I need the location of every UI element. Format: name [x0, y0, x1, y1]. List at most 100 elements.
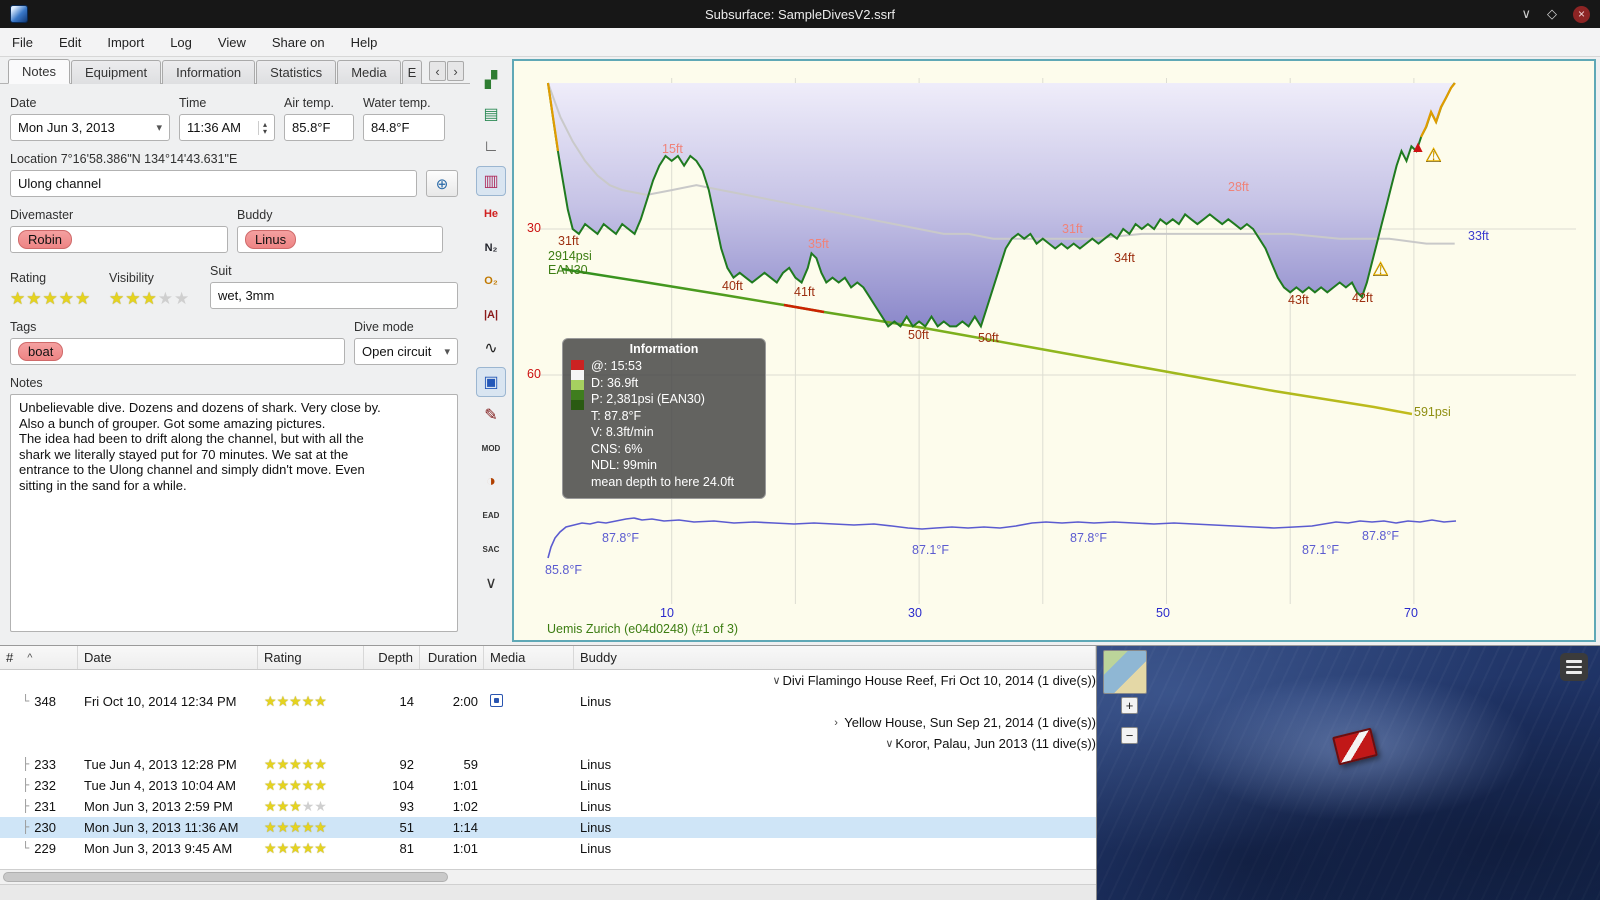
map-zoom-out-button[interactable]: − [1121, 727, 1138, 744]
grid-toggle-icon: ▤ [483, 105, 499, 123]
ead-icon-button[interactable]: EAD [476, 501, 506, 531]
chart-label: 31ft [1062, 222, 1083, 236]
warning-icon: ⚠ [1425, 145, 1443, 166]
tab-notes[interactable]: Notes [8, 59, 70, 84]
menu-view[interactable]: View [218, 35, 246, 50]
sac-icon-button[interactable]: SAC [476, 534, 506, 564]
buddy-label: Buddy [237, 208, 273, 222]
star-rating: ★★★★★ [264, 777, 327, 793]
column-header-duration[interactable]: Duration [420, 646, 484, 669]
map-globe-button[interactable]: ⊕ [426, 170, 458, 197]
grid-toggle-icon-button[interactable]: ▤ [476, 99, 506, 129]
menu-file[interactable]: File [12, 35, 33, 50]
photos-icon-button[interactable]: ▣ [476, 366, 506, 397]
dive-media [484, 693, 574, 710]
dive-row[interactable]: └ 348 Fri Oct 10, 2014 12:34 PM ★★★★★ 14 2:00… [0, 691, 1096, 712]
media-icon[interactable] [490, 693, 503, 707]
dive-flag-marker[interactable] [1332, 727, 1378, 766]
suit-input[interactable]: wet, 3mm [210, 282, 458, 309]
column-header-media[interactable]: Media [484, 646, 574, 669]
maximize-window-icon[interactable]: ◇ [1547, 6, 1557, 22]
close-window-icon[interactable]: × [1573, 5, 1590, 23]
menu-log[interactable]: Log [170, 35, 192, 50]
buddy-input[interactable]: Linus [237, 226, 443, 253]
tab-e[interactable]: E [401, 60, 422, 84]
location-input[interactable]: Ulong channel [10, 170, 417, 197]
heart-rate-icon-button[interactable]: ∿ [476, 333, 506, 363]
column-header-buddy[interactable]: Buddy [574, 646, 1096, 669]
dive-row[interactable]: └ 229 Mon Jun 3, 2013 9:45 AM ★★★★★ 81 1:01 Li… [0, 838, 1096, 859]
tab-equipment[interactable]: Equipment [70, 60, 162, 84]
divemaster-label: Divemaster [10, 208, 74, 222]
date-select[interactable]: Mon Jun 3, 2013 ▾ [10, 114, 170, 141]
divemaster-input[interactable]: Robin [10, 226, 228, 253]
menu-share-on[interactable]: Share on [272, 35, 325, 50]
dive-row[interactable]: ├ 233 Tue Jun 4, 2013 12:28 PM ★★★★★ 92 59 Lin… [0, 754, 1096, 775]
chart-label: 591psi [1414, 405, 1451, 419]
water-temp-input[interactable]: 84.8°F [363, 114, 445, 141]
tab-scroll-right-icon[interactable]: › [447, 61, 464, 81]
tab-statistics[interactable]: Statistics [256, 60, 337, 84]
shade-window-icon[interactable]: ∨ [1521, 6, 1531, 22]
trip-label: Yellow House, Sun Sep 21, 2014 (1 dive(s… [844, 715, 1096, 730]
profile-scale-icon-button[interactable]: ▥ [476, 165, 506, 196]
trip-row[interactable]: › Yellow House, Sun Sep 21, 2014 (1 dive(… [0, 712, 1096, 733]
map-panel[interactable]: + − [1097, 646, 1600, 900]
air-temp-label: Air temp. [284, 96, 335, 110]
spinner-icons[interactable]: ▴ ▾ [257, 120, 267, 135]
tab-information[interactable]: Information [162, 60, 256, 84]
visibility-stars[interactable]: ★★★★★ [109, 289, 190, 308]
mod-icon-button[interactable]: MOD [476, 434, 506, 464]
helium-icon-button[interactable]: He [476, 199, 506, 229]
tab-scroll-left-icon[interactable]: ‹ [429, 61, 446, 81]
trip-row[interactable]: ∨ Koror, Palau, Jun 2013 (11 dive(s)) [0, 733, 1096, 754]
status-strip [0, 884, 1096, 900]
time-input[interactable]: 11:36 AM ▴ ▾ [179, 114, 275, 141]
dive-row[interactable]: ├ 231 Mon Jun 3, 2013 2:59 PM ★★★★★ 93 1:02 Li… [0, 796, 1096, 817]
tab-media[interactable]: Media [337, 60, 401, 84]
ruler-axes-icon-button[interactable]: ∟ [476, 132, 506, 162]
collapse-icon[interactable]: ∨ [879, 737, 893, 750]
pen-icon-button[interactable]: ✎ [476, 400, 506, 430]
scrollbar-thumb[interactable] [3, 872, 448, 882]
profile-toolbar: ▞ ▤ ∟ ▥ He N₂ O₂ |A| ∿ ▣ ✎ MOD ◑ EAD SAC ∨ [470, 57, 512, 645]
menu-help[interactable]: Help [351, 35, 378, 50]
map-zoom-in-button[interactable]: + [1121, 697, 1138, 714]
deco-time-icon-button[interactable]: ◑ [476, 467, 506, 497]
collapse-icon[interactable]: ∨ [766, 674, 780, 687]
horizontal-scrollbar[interactable] [0, 869, 1096, 884]
tags-input[interactable]: boat [10, 338, 345, 365]
rating-stars[interactable]: ★★★★★ [10, 289, 91, 308]
air-temp-input[interactable]: 85.8°F [284, 114, 354, 141]
chart-label: 43ft [1288, 293, 1309, 307]
dive-depth: 93 [399, 799, 414, 814]
column-header-rating[interactable]: Rating [258, 646, 364, 669]
star-filled-icon: ★ [314, 777, 327, 793]
dive-mode-select[interactable]: Open circuit ▾ [354, 338, 458, 365]
oxygen-icon-button[interactable]: O₂ [476, 266, 506, 296]
map-menu-button[interactable] [1560, 653, 1588, 681]
minimap-overview[interactable] [1103, 650, 1147, 694]
star-rating: ★★★★★ [264, 798, 327, 814]
trip-row[interactable]: ∨ Divi Flamingo House Reef, Fri Oct 10, 2… [0, 670, 1096, 691]
profile-swim-icon-button[interactable]: ▞ [476, 65, 506, 95]
nitrogen-icon-button[interactable]: N₂ [476, 233, 506, 263]
notes-textarea[interactable]: Unbelievable dive. Dozens and dozens of … [10, 394, 458, 632]
divemaster-chip[interactable]: Robin [18, 230, 72, 249]
dive-row[interactable]: ├ 232 Tue Jun 4, 2013 10:04 AM ★★★★★ 104 1:01… [0, 775, 1096, 796]
expand-icon[interactable]: › [828, 717, 838, 729]
dive-row[interactable]: ├ 230 Mon Jun 3, 2013 11:36 AM ★★★★★ 51 1:14 L… [0, 817, 1096, 838]
ambient-pressure-icon-button[interactable]: |A| [476, 300, 506, 330]
column-header-depth[interactable]: Depth [364, 646, 420, 669]
menu-edit[interactable]: Edit [59, 35, 81, 50]
toolbar-more-icon-button[interactable]: ∨ [476, 568, 506, 598]
menu-import[interactable]: Import [107, 35, 144, 50]
column-header-[interactable]: # ^ [0, 646, 78, 669]
buddy-chip[interactable]: Linus [245, 230, 297, 249]
tag-chip[interactable]: boat [18, 342, 64, 361]
column-header-date[interactable]: Date [78, 646, 258, 669]
dive-profile-chart[interactable]: 15ft 28ft 31ft 2914psi EAN30 35ft 31ft 34ft 40ft… [512, 59, 1596, 642]
notes-label: Notes [10, 376, 43, 390]
dive-depth: 14 [399, 694, 414, 709]
chart-label: 60 [527, 367, 541, 381]
